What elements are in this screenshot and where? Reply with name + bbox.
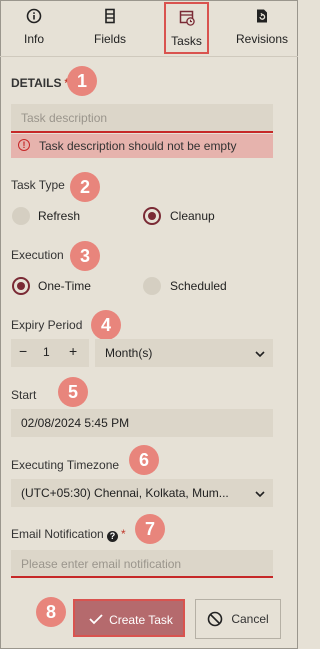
increment-button[interactable]: +: [69, 343, 77, 359]
cancel-label: Cancel: [231, 612, 269, 626]
cancel-icon: [207, 601, 223, 639]
step-badge-1: 1: [67, 66, 97, 96]
timezone-value: (UTC+05:30) Chennai, Kolkata, Mum...: [21, 486, 229, 500]
tab-tasks-label: Tasks: [171, 34, 202, 48]
expiry-unit-value: Month(s): [105, 346, 153, 360]
radio-refresh-label[interactable]: Refresh: [38, 209, 80, 223]
error-icon: !: [18, 139, 30, 151]
revisions-icon: [234, 8, 290, 30]
timezone-label: Executing Timezone: [11, 458, 120, 472]
step-badge-7: 7: [135, 514, 165, 544]
radio-one-time-label[interactable]: One-Time: [38, 279, 91, 293]
create-task-button[interactable]: Create Task: [73, 599, 185, 637]
email-notification-input[interactable]: Please enter email notification: [11, 550, 273, 578]
details-label: DETAILS*: [11, 76, 69, 90]
start-datetime-input[interactable]: 02/08/2024 5:45 PM: [11, 409, 273, 437]
cancel-button[interactable]: Cancel: [195, 599, 281, 639]
error-underline: [11, 131, 273, 133]
decrement-button[interactable]: −: [19, 343, 27, 359]
tab-bar: Info Fields Tasks Revisions: [0, 0, 298, 57]
help-icon[interactable]: ?: [107, 531, 119, 542]
step-badge-2: 2: [70, 172, 100, 202]
expiry-stepper: − 1 +: [11, 339, 89, 367]
tab-info-label: Info: [23, 32, 44, 46]
radio-cleanup-label[interactable]: Cleanup: [170, 209, 215, 223]
info-icon: [14, 8, 54, 30]
tasks-icon: [166, 10, 207, 32]
tab-info[interactable]: Info: [14, 2, 54, 54]
step-badge-8: 8: [36, 597, 66, 627]
tab-fields-label: Fields: [93, 32, 126, 46]
chevron-down-icon: [255, 340, 265, 370]
step-badge-4: 4: [91, 310, 121, 340]
start-label: Start: [11, 388, 37, 402]
task-description-error: ! Task description should not be empty: [11, 134, 273, 158]
expiry-value[interactable]: 1: [43, 345, 50, 359]
task-type-label: Task Type: [11, 178, 65, 192]
email-label: Email Notification ? *: [11, 527, 126, 542]
tab-revisions-label: Revisions: [235, 32, 289, 46]
email-label-text: Email Notification: [11, 527, 104, 541]
step-badge-3: 3: [70, 241, 100, 271]
step-badge-6: 6: [129, 445, 159, 475]
timezone-select[interactable]: (UTC+05:30) Chennai, Kolkata, Mum...: [11, 479, 273, 507]
check-icon: [89, 601, 103, 639]
fields-icon: [90, 8, 130, 30]
radio-refresh[interactable]: [12, 207, 30, 225]
expiry-period-label: Expiry Period: [11, 318, 83, 332]
radio-cleanup[interactable]: [143, 207, 161, 225]
chevron-down-icon: [255, 480, 265, 510]
expiry-unit-select[interactable]: Month(s): [95, 339, 273, 367]
tab-revisions[interactable]: Revisions: [234, 2, 290, 54]
radio-one-time[interactable]: [12, 277, 30, 295]
error-text: Task description should not be empty: [39, 139, 237, 153]
execution-label: Execution: [11, 248, 64, 262]
create-task-label: Create Task: [109, 613, 173, 627]
task-description-input[interactable]: Task description: [11, 104, 273, 132]
tab-fields[interactable]: Fields: [90, 2, 130, 54]
radio-scheduled[interactable]: [143, 277, 161, 295]
tab-tasks[interactable]: Tasks: [164, 2, 209, 54]
required-mark: *: [121, 527, 126, 541]
step-badge-5: 5: [58, 377, 88, 407]
radio-scheduled-label[interactable]: Scheduled: [170, 279, 227, 293]
details-label-text: DETAILS: [11, 76, 62, 90]
